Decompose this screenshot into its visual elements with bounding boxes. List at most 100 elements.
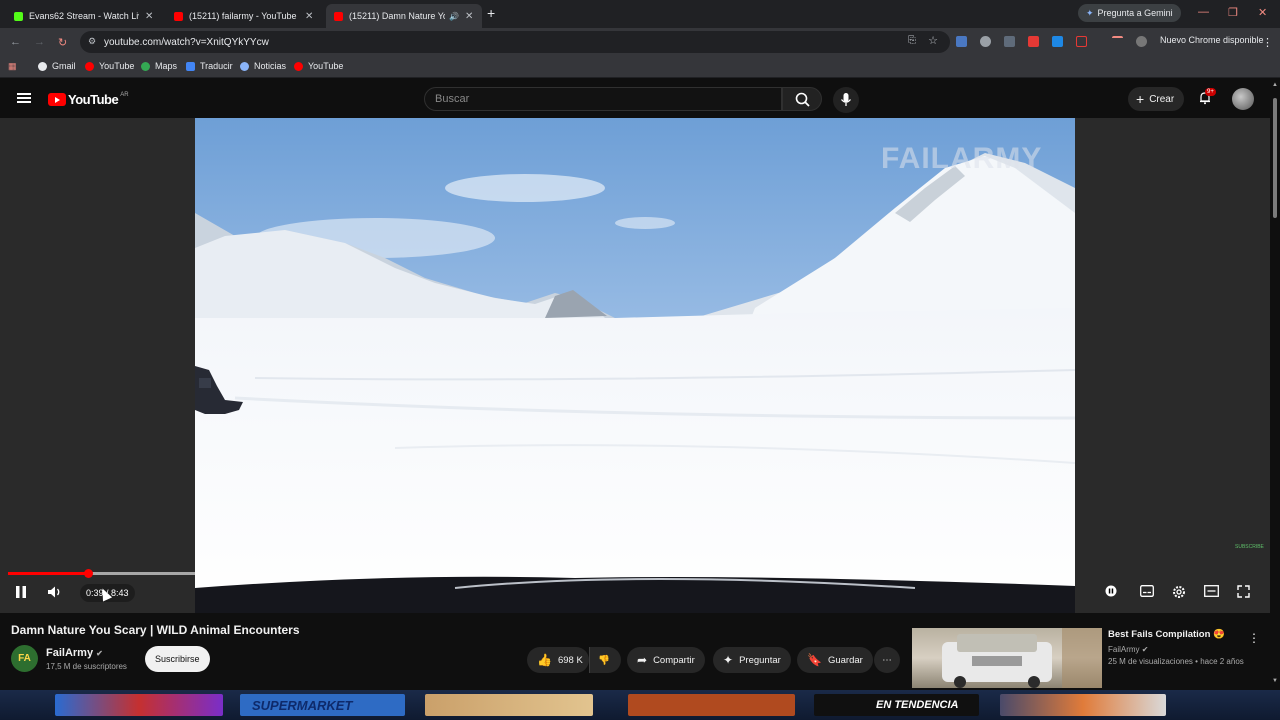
more-vertical-icon[interactable]: ⋮ bbox=[1248, 631, 1260, 645]
bookmark-youtube[interactable]: YouTube bbox=[85, 61, 134, 71]
fullscreen-icon[interactable] bbox=[1237, 585, 1250, 598]
profile-icon[interactable] bbox=[1136, 36, 1147, 47]
voice-search-button[interactable] bbox=[833, 87, 859, 113]
chrome-menu-icon[interactable]: ⋮ bbox=[1262, 36, 1273, 49]
recommended-video-thumbnail[interactable] bbox=[912, 628, 1102, 688]
pause-icon[interactable] bbox=[14, 585, 28, 599]
truck-thumbnail-image bbox=[942, 628, 1102, 688]
browser-toolbar: ← → ↻ ⚙ youtube.com/watch?v=XnitQYkYYcw … bbox=[0, 28, 1280, 56]
gemini-label: Pregunta a Gemini bbox=[1097, 8, 1173, 18]
search-input[interactable]: Buscar bbox=[424, 87, 782, 111]
scroll-up-icon[interactable]: ▲ bbox=[1272, 82, 1278, 88]
create-label: Crear bbox=[1149, 93, 1175, 105]
bookmark-traducir[interactable]: Traducir bbox=[186, 61, 233, 71]
played-bar bbox=[8, 572, 88, 575]
browser-tab-2[interactable]: (15211) failarmy - YouTube ✕ bbox=[166, 4, 324, 28]
address-bar[interactable]: ⚙ youtube.com/watch?v=XnitQYkYYcw ⎘ ☆ bbox=[80, 31, 950, 53]
thumbnail-tile-supermarket[interactable]: SUPERMARKET bbox=[240, 694, 405, 716]
extension-list-icon[interactable] bbox=[1004, 36, 1015, 47]
translate-icon bbox=[186, 61, 195, 71]
reading-list-icon[interactable] bbox=[1112, 36, 1123, 47]
chrome-update-label[interactable]: Nuevo Chrome disponible bbox=[1160, 35, 1264, 45]
thumbnail-tile-trending[interactable]: EN TENDENCIA bbox=[814, 694, 979, 716]
thumbnail-tile[interactable] bbox=[1000, 694, 1166, 716]
browser-tab-strip: Evans62 Stream - Watch Live o ✕ (15211) … bbox=[0, 0, 1280, 28]
extension-glasses-icon[interactable] bbox=[980, 36, 991, 47]
install-app-icon[interactable]: ⎘ bbox=[908, 35, 916, 46]
volume-icon[interactable] bbox=[47, 585, 63, 599]
close-tab-icon[interactable]: ✕ bbox=[145, 11, 153, 22]
subscribe-button[interactable]: Suscribirse bbox=[145, 646, 210, 672]
sparkle-icon: ✦ bbox=[723, 653, 734, 667]
search-placeholder: Buscar bbox=[435, 93, 470, 105]
apps-grid-icon[interactable]: ▦ bbox=[8, 61, 17, 72]
settings-gear-icon[interactable] bbox=[1172, 585, 1186, 599]
reload-icon[interactable]: ↻ bbox=[58, 36, 67, 49]
youtube-favicon-icon bbox=[334, 11, 343, 21]
forward-icon[interactable]: → bbox=[34, 36, 45, 48]
new-tab-icon[interactable]: + bbox=[487, 5, 495, 21]
channel-name[interactable]: FailArmy ✔ bbox=[46, 647, 103, 659]
thumbnail-tile[interactable] bbox=[425, 694, 593, 716]
subtitles-icon[interactable] bbox=[1140, 585, 1154, 597]
recommended-channel[interactable]: FailArmy ✔ bbox=[1108, 645, 1149, 654]
dislike-button[interactable]: 👎 bbox=[589, 647, 621, 673]
save-button[interactable]: 🔖 Guardar bbox=[797, 647, 873, 673]
extensions-puzzle-icon[interactable] bbox=[1076, 36, 1087, 47]
verified-check-icon: ✔ bbox=[96, 649, 103, 658]
bookmark-star-icon[interactable]: ☆ bbox=[928, 34, 938, 47]
maps-icon bbox=[141, 61, 150, 71]
youtube-logo[interactable]: YouTube AR bbox=[48, 92, 129, 107]
player-right-backdrop bbox=[1075, 118, 1270, 613]
verified-check-icon: ✔ bbox=[1141, 645, 1149, 654]
like-button[interactable]: 👍 698 K bbox=[527, 647, 589, 673]
bookmark-noticias[interactable]: Noticias bbox=[240, 61, 286, 71]
thumbnail-tile[interactable] bbox=[55, 694, 223, 716]
close-window-icon[interactable]: ✕ bbox=[1258, 6, 1267, 19]
bookmark-maps[interactable]: Maps bbox=[141, 61, 177, 71]
more-horizontal-icon: ⋯ bbox=[882, 654, 892, 666]
page-scrollbar[interactable]: ▲ ▼ bbox=[1270, 78, 1280, 688]
search-button[interactable] bbox=[782, 87, 822, 111]
back-icon[interactable]: ← bbox=[10, 36, 21, 48]
browser-tab-3-active[interactable]: (15211) Damn Nature You S 🔊 ✕ bbox=[326, 4, 482, 28]
video-frame[interactable]: FAILARMY bbox=[195, 118, 1075, 613]
close-tab-icon[interactable]: ✕ bbox=[465, 11, 473, 22]
theater-mode-icon[interactable] bbox=[1204, 585, 1219, 597]
more-actions-button[interactable]: ⋯ bbox=[874, 647, 900, 673]
ask-button[interactable]: ✦ Preguntar bbox=[713, 647, 791, 673]
youtube-icon bbox=[294, 61, 303, 71]
url-text: youtube.com/watch?v=XnitQYkYYcw bbox=[104, 36, 269, 48]
site-info-icon[interactable]: ⚙ bbox=[88, 36, 96, 47]
recommended-video-title[interactable]: Best Fails Compilation 😍 bbox=[1108, 629, 1225, 640]
scrollbar-thumb[interactable] bbox=[1273, 98, 1277, 218]
scrubber-handle[interactable] bbox=[84, 569, 93, 578]
autoplay-toggle-icon[interactable] bbox=[1105, 585, 1117, 597]
browser-tab-1[interactable]: Evans62 Stream - Watch Live o ✕ bbox=[6, 4, 164, 28]
account-avatar[interactable] bbox=[1232, 88, 1254, 110]
restore-icon[interactable]: ❐ bbox=[1228, 6, 1238, 19]
minimize-icon[interactable]: — bbox=[1198, 6, 1209, 18]
scroll-down-icon[interactable]: ▼ bbox=[1272, 678, 1278, 684]
share-button[interactable]: ➦ Compartir bbox=[627, 647, 705, 673]
tab-title: (15211) failarmy - YouTube bbox=[189, 11, 297, 21]
video-player[interactable]: FAILARMY SUBSCRIBE 0:39 / 8:43 bbox=[0, 118, 1270, 613]
extension-translate-icon[interactable] bbox=[956, 36, 967, 47]
video-title: Damn Nature You Scary | WILD Animal Enco… bbox=[11, 623, 300, 637]
channel-avatar[interactable]: FA bbox=[11, 645, 38, 672]
video-progress-bar[interactable] bbox=[8, 569, 1074, 578]
extension-record-icon[interactable] bbox=[1028, 36, 1039, 47]
create-button[interactable]: + Crear bbox=[1128, 87, 1185, 111]
extension-shield-icon[interactable] bbox=[1052, 36, 1063, 47]
bookmark-gmail[interactable]: Gmail bbox=[38, 61, 76, 71]
youtube-favicon-icon bbox=[174, 11, 183, 21]
bookmark-youtube-2[interactable]: YouTube bbox=[294, 61, 343, 71]
like-count: 698 K bbox=[557, 654, 583, 666]
close-tab-icon[interactable]: ✕ bbox=[305, 11, 313, 22]
country-code: AR bbox=[120, 91, 129, 98]
gemini-button[interactable]: ✦ Pregunta a Gemini bbox=[1078, 4, 1181, 22]
audio-playing-icon[interactable]: 🔊 bbox=[449, 12, 459, 21]
end-card-subscribe-text[interactable]: SUBSCRIBE bbox=[1235, 544, 1264, 550]
thumbnail-tile[interactable] bbox=[628, 694, 795, 716]
hamburger-menu-icon[interactable] bbox=[17, 93, 31, 103]
